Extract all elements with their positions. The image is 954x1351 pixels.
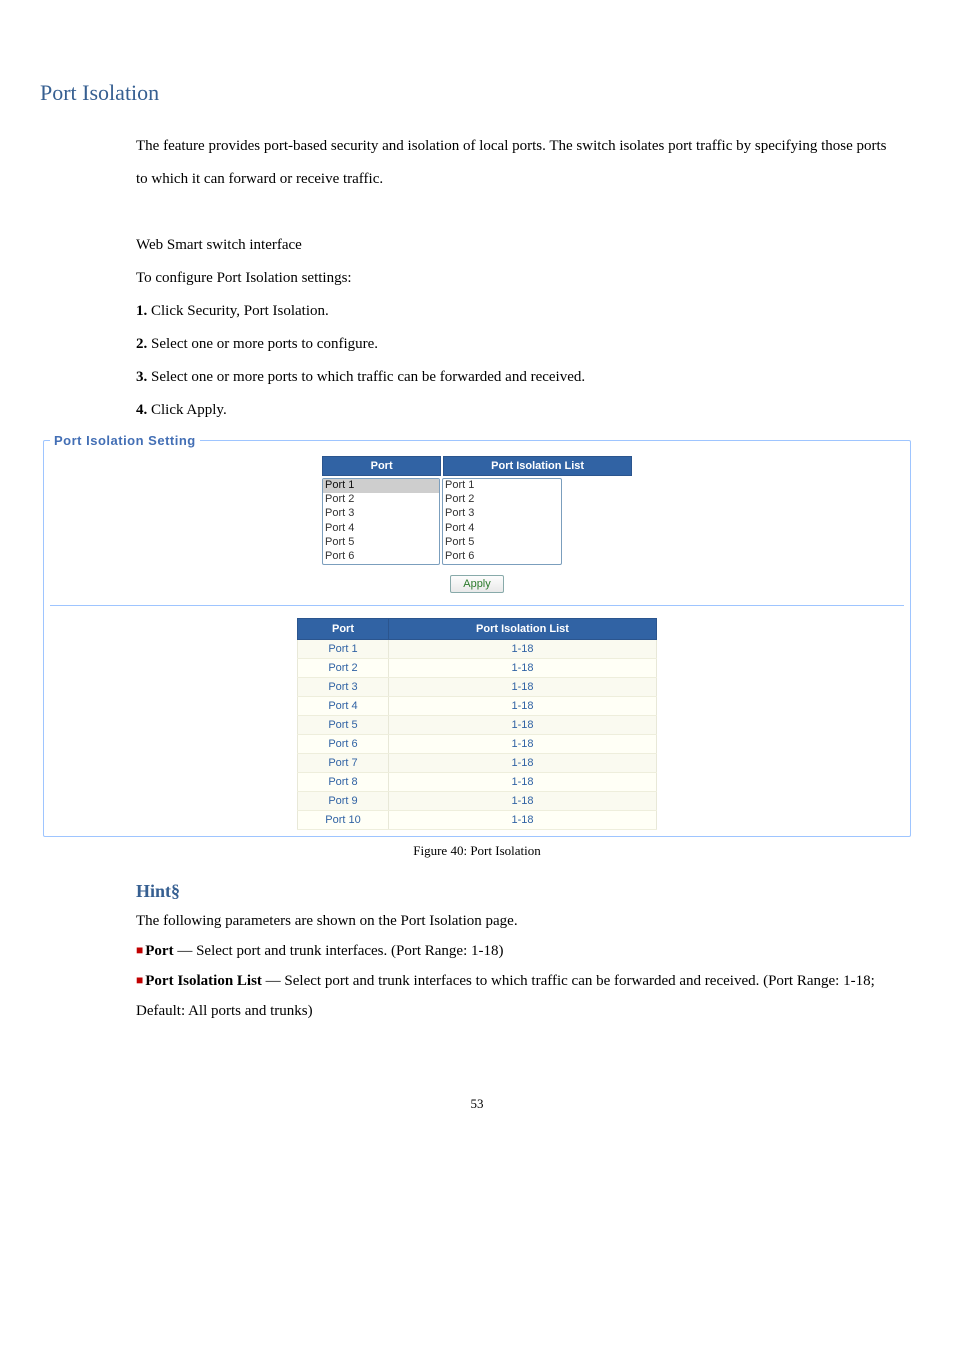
status-list-cell: 1-18 bbox=[389, 659, 657, 678]
status-list-cell: 1-18 bbox=[389, 773, 657, 792]
intro-block: The feature provides port-based security… bbox=[136, 130, 894, 427]
step-line: 2. Select one or more ports to configure… bbox=[136, 328, 894, 361]
fieldset-legend: Port Isolation Setting bbox=[50, 433, 200, 448]
intro-text: The feature provides port-based security… bbox=[136, 130, 894, 196]
config-header-row: Port Port Isolation List bbox=[322, 456, 632, 476]
port-option[interactable]: Port 4 bbox=[323, 522, 439, 536]
status-port-cell: Port 6 bbox=[298, 735, 389, 754]
status-port-cell: Port 8 bbox=[298, 773, 389, 792]
hint-item: ■Port Isolation List — Select port and t… bbox=[136, 966, 894, 1026]
table-row: Port 51-18 bbox=[298, 716, 657, 735]
port-option[interactable]: Port 1 bbox=[323, 479, 439, 493]
status-list-cell: 1-18 bbox=[389, 697, 657, 716]
status-port-cell: Port 9 bbox=[298, 792, 389, 811]
table-row: Port 31-18 bbox=[298, 678, 657, 697]
apply-row: Apply bbox=[322, 575, 632, 593]
port-select[interactable]: Port 1Port 2Port 3Port 4Port 5Port 6 bbox=[322, 478, 440, 565]
hint-item-desc: — Select port and trunk interfaces. (Por… bbox=[174, 943, 504, 959]
port-option[interactable]: Port 2 bbox=[323, 493, 439, 507]
hint-item: ■Port — Select port and trunk interfaces… bbox=[136, 936, 894, 966]
status-list-cell: 1-18 bbox=[389, 754, 657, 773]
interface-label: Web Smart switch interface bbox=[136, 229, 894, 262]
config-header-port: Port bbox=[322, 456, 441, 476]
table-row: Port 61-18 bbox=[298, 735, 657, 754]
status-list-cell: 1-18 bbox=[389, 811, 657, 830]
step-line: 1. Click Security, Port Isolation. bbox=[136, 295, 894, 328]
steps-list: 1. Click Security, Port Isolation.2. Sel… bbox=[136, 295, 894, 427]
step-number: 3. bbox=[136, 369, 147, 385]
step-line: 3. Select one or more ports to which tra… bbox=[136, 361, 894, 394]
status-list-cell: 1-18 bbox=[389, 678, 657, 697]
page-number: 53 bbox=[40, 1096, 914, 1112]
status-header-list: Port Isolation List bbox=[389, 619, 657, 640]
status-header-port: Port bbox=[298, 619, 389, 640]
status-port-cell: Port 7 bbox=[298, 754, 389, 773]
step-line: 4. Click Apply. bbox=[136, 394, 894, 427]
port-select-cell: Port 1Port 2Port 3Port 4Port 5Port 6 bbox=[322, 478, 440, 565]
status-list-cell: 1-18 bbox=[389, 792, 657, 811]
step-text: Click Apply. bbox=[147, 402, 226, 418]
status-port-cell: Port 10 bbox=[298, 811, 389, 830]
table-row: Port 91-18 bbox=[298, 792, 657, 811]
table-row: Port 101-18 bbox=[298, 811, 657, 830]
list-option[interactable]: Port 3 bbox=[443, 507, 561, 521]
step-text: Select one or more ports to which traffi… bbox=[147, 369, 585, 385]
status-table: Port Port Isolation List Port 11-18Port … bbox=[297, 618, 657, 830]
config-box: Port Port Isolation List Port 1Port 2Por… bbox=[322, 456, 632, 593]
status-list-cell: 1-18 bbox=[389, 735, 657, 754]
status-tbody: Port 11-18Port 21-18Port 31-18Port 41-18… bbox=[298, 640, 657, 830]
hint-items: ■Port — Select port and trunk interfaces… bbox=[136, 936, 894, 1026]
figure-caption: Figure 40: Port Isolation bbox=[40, 843, 914, 859]
status-port-cell: Port 5 bbox=[298, 716, 389, 735]
config-lead: To configure Port Isolation settings: bbox=[136, 262, 894, 295]
step-text: Select one or more ports to configure. bbox=[147, 336, 378, 352]
status-list-cell: 1-18 bbox=[389, 640, 657, 659]
status-port-cell: Port 1 bbox=[298, 640, 389, 659]
port-isolation-fieldset: Port Isolation Setting Port Port Isolati… bbox=[43, 433, 911, 837]
step-text: Click Security, Port Isolation. bbox=[147, 303, 329, 319]
hint-lead: The following parameters are shown on th… bbox=[136, 906, 894, 936]
table-row: Port 11-18 bbox=[298, 640, 657, 659]
status-list-cell: 1-18 bbox=[389, 716, 657, 735]
bullet-icon: ■ bbox=[136, 943, 143, 957]
config-header-list: Port Isolation List bbox=[443, 456, 632, 476]
port-option[interactable]: Port 6 bbox=[323, 550, 439, 564]
list-option[interactable]: Port 1 bbox=[443, 479, 561, 493]
step-number: 1. bbox=[136, 303, 147, 319]
status-port-cell: Port 4 bbox=[298, 697, 389, 716]
table-row: Port 21-18 bbox=[298, 659, 657, 678]
isolation-list-select[interactable]: Port 1Port 2Port 3Port 4Port 5Port 6 bbox=[442, 478, 562, 565]
document-page: Port Isolation The feature provides port… bbox=[0, 0, 954, 1152]
list-option[interactable]: Port 2 bbox=[443, 493, 561, 507]
step-number: 2. bbox=[136, 336, 147, 352]
list-option[interactable]: Port 5 bbox=[443, 536, 561, 550]
table-row: Port 41-18 bbox=[298, 697, 657, 716]
step-number: 4. bbox=[136, 402, 147, 418]
table-row: Port 81-18 bbox=[298, 773, 657, 792]
section-divider bbox=[50, 605, 904, 606]
hint-item-name: Port Isolation List bbox=[145, 973, 262, 989]
table-row: Port 71-18 bbox=[298, 754, 657, 773]
list-option[interactable]: Port 6 bbox=[443, 550, 561, 564]
status-port-cell: Port 3 bbox=[298, 678, 389, 697]
hint-item-name: Port bbox=[145, 943, 173, 959]
status-header-row: Port Port Isolation List bbox=[298, 619, 657, 640]
apply-button[interactable]: Apply bbox=[450, 575, 504, 593]
port-option[interactable]: Port 5 bbox=[323, 536, 439, 550]
bullet-icon: ■ bbox=[136, 973, 143, 987]
hint-block: The following parameters are shown on th… bbox=[136, 906, 894, 1026]
status-port-cell: Port 2 bbox=[298, 659, 389, 678]
config-body-row: Port 1Port 2Port 3Port 4Port 5Port 6 Por… bbox=[322, 478, 632, 565]
section-heading: Port Isolation bbox=[40, 80, 914, 106]
list-select-cell: Port 1Port 2Port 3Port 4Port 5Port 6 bbox=[442, 478, 630, 565]
port-option[interactable]: Port 3 bbox=[323, 507, 439, 521]
list-option[interactable]: Port 4 bbox=[443, 522, 561, 536]
hint-heading: Hint§ bbox=[136, 881, 914, 902]
